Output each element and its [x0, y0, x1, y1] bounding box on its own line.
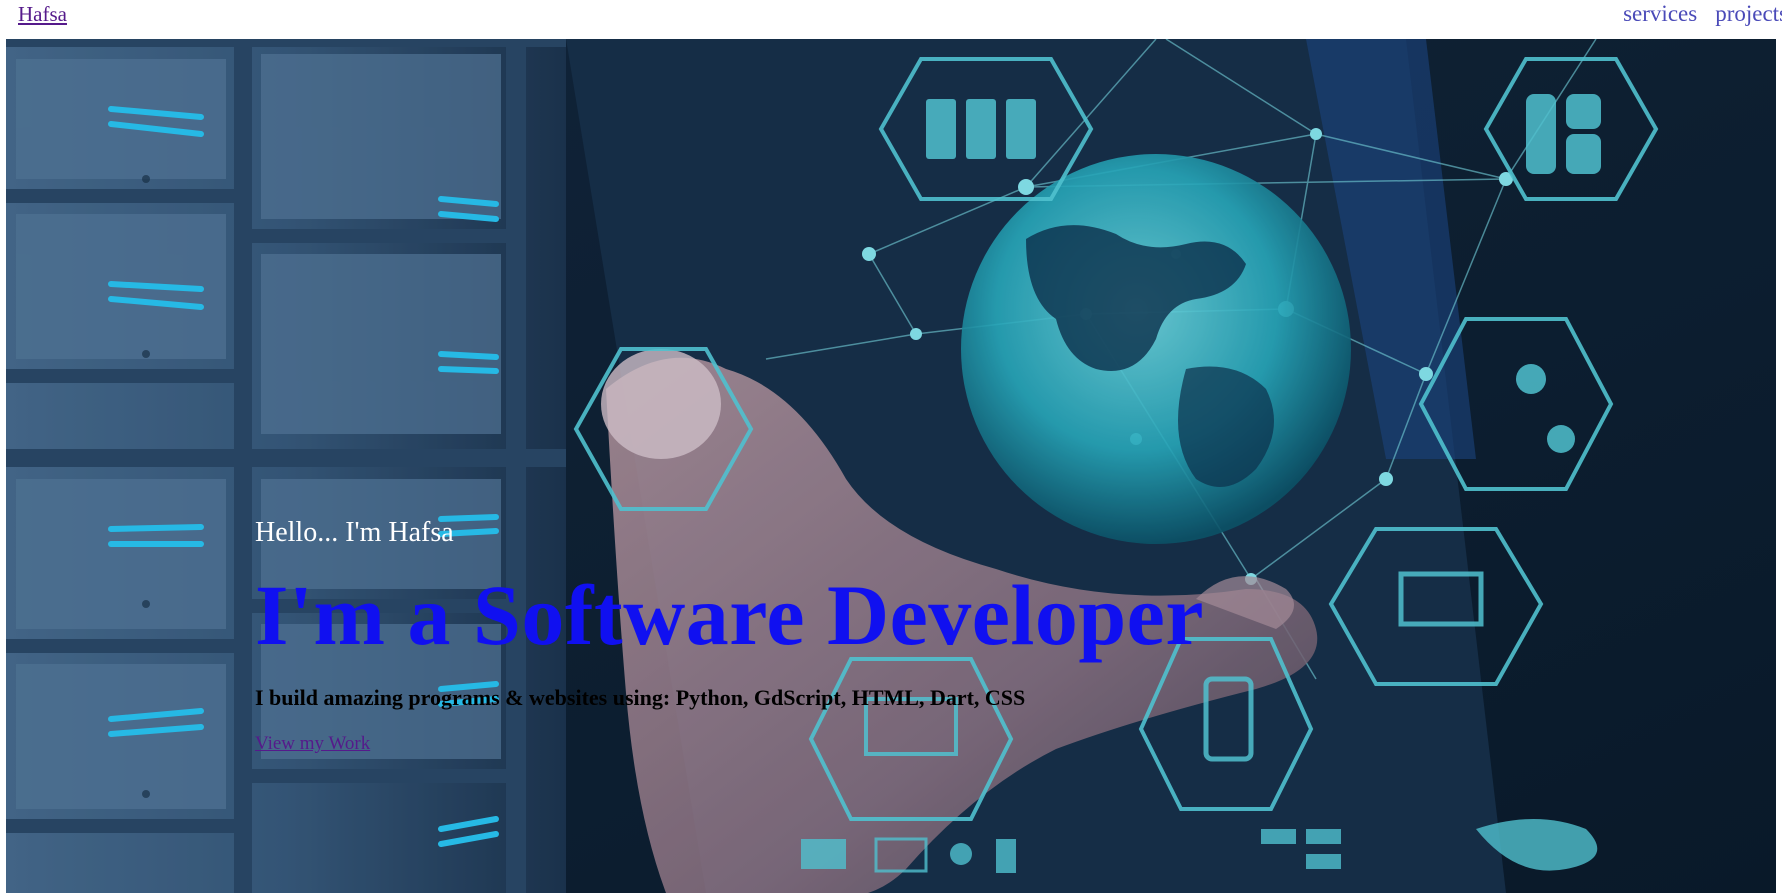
hero-headline: I'm a Software Developer [255, 567, 1205, 663]
view-work-link[interactable]: View my Work [255, 733, 370, 755]
nav-link-services[interactable]: services [1623, 1, 1697, 27]
nav-links: services projects [1623, 1, 1782, 27]
top-navbar: Hafsa services projects [0, 0, 1782, 38]
hero-section: Hello... I'm Hafsa I'm a Software Develo… [6, 39, 1776, 893]
hero-background-image [6, 39, 1776, 893]
hero-subline: I build amazing programs & websites usin… [255, 685, 1026, 710]
brand-link[interactable]: Hafsa [18, 2, 67, 27]
hero-greeting: Hello... I'm Hafsa [255, 517, 454, 548]
nav-link-projects[interactable]: projects [1715, 1, 1782, 27]
